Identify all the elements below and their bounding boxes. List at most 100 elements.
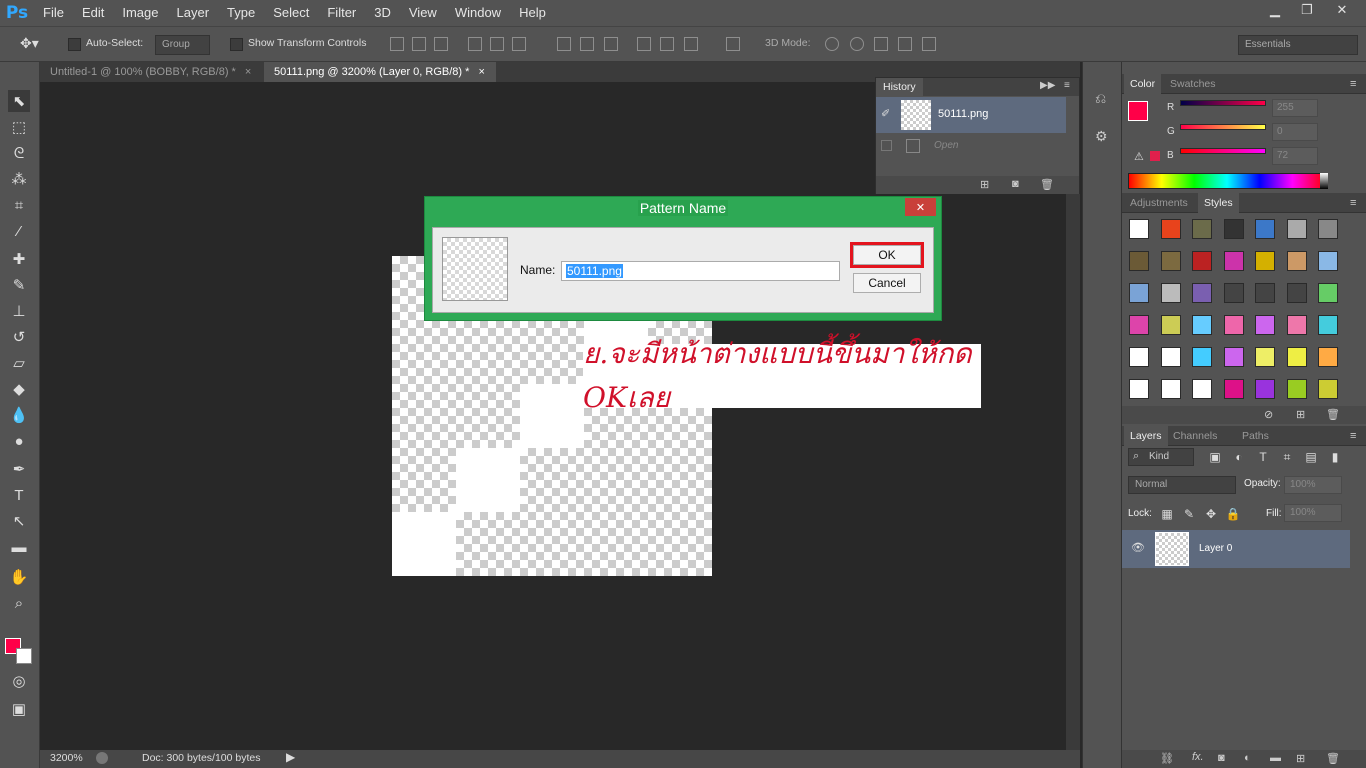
panel-menu-icon[interactable]: ≡ [1350, 430, 1356, 442]
align-right-icon[interactable] [512, 37, 526, 51]
tab-paths[interactable]: Paths [1236, 426, 1275, 446]
filter-shape-icon[interactable]: ⌗ [1278, 448, 1296, 466]
paint-bucket-icon[interactable]: ◆ [8, 378, 30, 400]
fill-field[interactable]: 100% [1284, 504, 1342, 522]
menu-3d[interactable]: 3D [365, 0, 400, 26]
auto-align-icon[interactable] [726, 37, 740, 51]
distribute-left-icon[interactable] [637, 37, 651, 51]
style-swatch[interactable] [1318, 251, 1338, 271]
snapshot-camera-icon[interactable]: ◙ [1012, 178, 1019, 190]
history-step-checkbox[interactable] [881, 140, 892, 151]
style-swatch[interactable] [1255, 315, 1275, 335]
stamp-tool-icon[interactable]: ⊥ [8, 300, 30, 322]
align-bottom-icon[interactable] [434, 37, 448, 51]
tab-untitled-1[interactable]: Untitled-1 @ 100% (BOBBY, RGB/8) * × [40, 62, 265, 82]
align-top-icon[interactable] [390, 37, 404, 51]
menu-layer[interactable]: Layer [168, 0, 219, 26]
gamut-color-swatch[interactable] [1150, 151, 1160, 161]
filter-type-icon[interactable]: T [1254, 448, 1272, 466]
3d-rotate-icon[interactable] [825, 37, 839, 51]
properties-panel-icon[interactable]: ⚙ [1095, 128, 1108, 145]
auto-select-checkbox[interactable] [68, 38, 81, 51]
close-window-button[interactable]: ✕ [1325, 0, 1359, 20]
quick-mask-icon[interactable]: ◎ [8, 670, 30, 692]
menu-help[interactable]: Help [510, 0, 555, 26]
marquee-tool-icon[interactable]: ⬚ [8, 116, 30, 138]
eyedropper-icon[interactable]: ⁄ [8, 220, 30, 242]
background-color-swatch[interactable] [16, 648, 32, 664]
color-fg-swatch[interactable] [1128, 101, 1148, 121]
distribute-right-icon[interactable] [684, 37, 698, 51]
pen-tool-icon[interactable]: ✒ [8, 458, 30, 480]
tab-layers[interactable]: Layers [1124, 426, 1168, 446]
r-value[interactable]: 255 [1272, 99, 1318, 117]
lock-position-icon[interactable]: ✥ [1202, 505, 1220, 523]
link-layers-icon[interactable]: ⛓ [1160, 752, 1174, 765]
ok-button[interactable]: OK [853, 245, 921, 265]
dodge-tool-icon[interactable]: ● [8, 430, 30, 452]
tab-channels[interactable]: Channels [1167, 426, 1223, 446]
style-swatch[interactable] [1286, 251, 1307, 271]
3d-pan-icon[interactable] [874, 37, 888, 51]
color-spectrum-ramp[interactable] [1128, 173, 1326, 189]
menu-type[interactable]: Type [218, 0, 264, 26]
menu-edit[interactable]: Edit [73, 0, 113, 26]
type-tool-icon[interactable]: T [8, 484, 30, 506]
lock-pixels-icon[interactable]: ✎ [1180, 505, 1198, 523]
tab-color[interactable]: Color [1124, 74, 1162, 94]
style-swatch[interactable] [1192, 347, 1212, 367]
path-select-icon[interactable]: ↖ [8, 510, 30, 532]
status-icon[interactable] [96, 752, 108, 764]
lock-all-icon[interactable]: 🔒 [1224, 505, 1242, 523]
history-panel-icon[interactable]: ⎌ [1095, 90, 1106, 107]
style-swatch[interactable] [1129, 347, 1149, 367]
style-swatch[interactable] [1192, 283, 1212, 303]
tab-swatches[interactable]: Swatches [1164, 74, 1222, 94]
new-style-icon[interactable]: ⊞ [1296, 408, 1305, 421]
style-swatch[interactable] [1223, 219, 1244, 239]
panel-menu-icon[interactable]: ≡ [1350, 78, 1356, 90]
style-swatch[interactable] [1223, 379, 1244, 399]
align-vcenter-icon[interactable] [412, 37, 426, 51]
style-swatch[interactable] [1223, 315, 1244, 335]
healing-brush-icon[interactable]: ✚ [8, 248, 30, 270]
name-input[interactable]: 50111.png [561, 261, 840, 281]
history-step[interactable]: Open [876, 135, 1066, 157]
style-swatch[interactable] [1318, 347, 1338, 367]
move-tool-icon[interactable]: ✥▾ [20, 35, 39, 52]
new-layer-icon[interactable]: ⊞ [1296, 752, 1305, 765]
show-transform-checkbox[interactable] [230, 38, 243, 51]
trash-icon[interactable]: 🗑 [1326, 408, 1340, 421]
style-swatch[interactable] [1255, 219, 1275, 239]
filter-toggle-icon[interactable]: ▮ [1326, 448, 1344, 466]
style-swatch[interactable] [1286, 347, 1307, 367]
align-left-icon[interactable] [468, 37, 482, 51]
tab-adjustments[interactable]: Adjustments [1124, 193, 1194, 213]
cancel-button[interactable]: Cancel [853, 273, 921, 293]
visibility-eye-icon[interactable]: 👁 [1131, 541, 1145, 554]
style-swatch[interactable] [1129, 219, 1149, 239]
menu-select[interactable]: Select [264, 0, 318, 26]
menu-filter[interactable]: Filter [318, 0, 365, 26]
style-swatch[interactable] [1160, 379, 1181, 399]
move-tool-icon[interactable]: ⬉ [8, 90, 30, 112]
style-swatch[interactable] [1160, 283, 1181, 303]
blend-mode-dropdown[interactable]: Normal [1128, 476, 1236, 494]
tab-50111-png[interactable]: 50111.png @ 3200% (Layer 0, RGB/8) * × [264, 62, 496, 82]
style-swatch[interactable] [1286, 219, 1307, 239]
trash-icon[interactable]: 🗑 [1040, 178, 1054, 191]
adjustment-layer-icon[interactable]: ◐ [1244, 752, 1251, 764]
3d-slide-icon[interactable] [898, 37, 912, 51]
3d-scale-icon[interactable] [922, 37, 936, 51]
g-value[interactable]: 0 [1272, 123, 1318, 141]
style-swatch[interactable] [1129, 251, 1149, 271]
bw-ramp[interactable] [1320, 173, 1328, 189]
tab-styles[interactable]: Styles [1198, 193, 1239, 213]
style-swatch[interactable] [1286, 315, 1307, 335]
dialog-close-button[interactable]: ✕ [905, 198, 936, 216]
zoom-level[interactable]: 3200% [50, 752, 83, 764]
style-swatch[interactable] [1192, 315, 1212, 335]
hand-tool-icon[interactable]: ✋ [8, 566, 30, 588]
style-swatch[interactable] [1160, 315, 1181, 335]
menu-file[interactable]: File [34, 0, 73, 26]
